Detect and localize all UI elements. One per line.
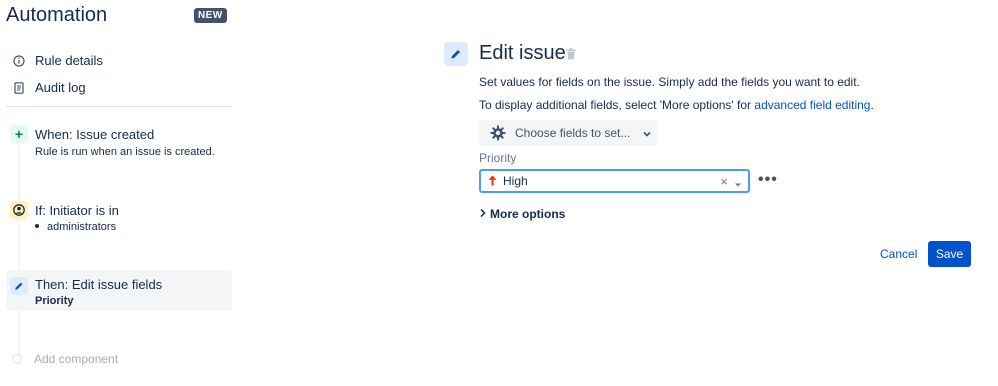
- sidebar: Automation NEW Rule details Audit log + …: [0, 0, 240, 386]
- advanced-field-editing-link[interactable]: advanced field editing: [754, 98, 870, 112]
- description: Set values for fields on the issue. Simp…: [479, 75, 860, 89]
- nav-audit-log[interactable]: Audit log: [12, 80, 86, 95]
- main-panel: Edit issue Set values for fields on the …: [440, 0, 998, 386]
- document-icon: [12, 81, 26, 95]
- trigger-title: When: Issue created: [35, 127, 155, 142]
- plus-icon: +: [10, 125, 28, 143]
- action-subtitle: Priority: [35, 295, 74, 307]
- more-options-toggle[interactable]: More options: [480, 207, 565, 221]
- pencil-icon: [444, 42, 468, 66]
- choose-fields-label: Choose fields to set...: [515, 126, 631, 140]
- condition-value: administrators: [47, 221, 117, 233]
- more-actions-icon[interactable]: •••: [758, 171, 778, 189]
- nav-rule-details-label: Rule details: [35, 53, 103, 68]
- component-condition[interactable]: If: Initiator is in administrators: [6, 196, 232, 242]
- chevron-right-icon: [480, 208, 486, 220]
- add-component-button[interactable]: Add component: [12, 352, 118, 366]
- condition-title: If: Initiator is in: [35, 203, 119, 218]
- nav-rule-details[interactable]: Rule details: [12, 53, 103, 68]
- description-advanced-prefix: To display additional fields, select 'Mo…: [479, 98, 755, 112]
- priority-value: High: [503, 174, 528, 188]
- arrow-up-icon: [488, 174, 497, 189]
- pencil-icon: [10, 277, 28, 295]
- description-advanced: To display additional fields, select 'Mo…: [479, 98, 874, 112]
- chevron-down-icon: [734, 178, 742, 187]
- bullet-icon: [35, 224, 39, 229]
- new-badge: NEW: [194, 8, 227, 23]
- sidebar-divider: [6, 106, 232, 107]
- cancel-button[interactable]: Cancel: [874, 242, 923, 266]
- choose-fields-dropdown[interactable]: Choose fields to set...: [479, 120, 657, 146]
- chevron-down-icon: [642, 128, 652, 138]
- nav-audit-log-label: Audit log: [35, 80, 86, 95]
- action-title: Then: Edit issue fields: [35, 277, 163, 292]
- page-title: Edit issue: [479, 42, 566, 64]
- save-button[interactable]: Save: [928, 241, 971, 267]
- clear-icon[interactable]: ×: [720, 174, 728, 189]
- component-trigger[interactable]: + When: Issue created Rule is run when a…: [6, 120, 232, 166]
- add-component-dot-icon: [12, 354, 22, 364]
- condition-subtitle: administrators: [35, 221, 116, 233]
- more-options-label: More options: [490, 207, 566, 221]
- priority-label: Priority: [479, 151, 517, 165]
- component-action[interactable]: Then: Edit issue fields Priority: [6, 270, 232, 311]
- priority-select[interactable]: High ×: [479, 169, 750, 193]
- trash-icon[interactable]: [566, 47, 578, 61]
- user-circle-icon: [10, 201, 28, 219]
- add-component-label: Add component: [34, 352, 119, 366]
- trigger-subtitle: Rule is run when an issue is created.: [35, 146, 215, 158]
- description-advanced-suffix: .: [870, 98, 874, 112]
- timeline-line: [18, 140, 20, 360]
- app-title: Automation: [6, 4, 108, 26]
- gear-icon: [490, 125, 506, 141]
- info-icon: [12, 54, 26, 68]
